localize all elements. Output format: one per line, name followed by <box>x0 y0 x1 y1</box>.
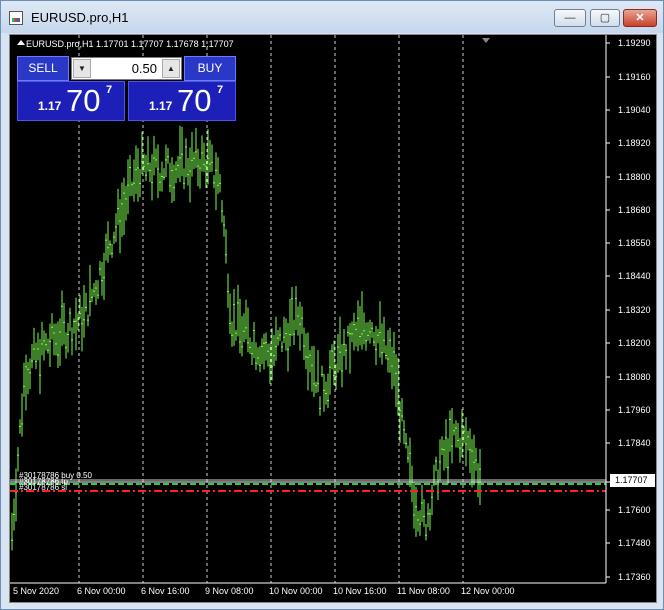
price-tick-label: 1.18550 <box>618 238 651 248</box>
price-chart[interactable]: EURUSD.pro,H1 1.17701 1.17707 1.17678 1.… <box>9 34 657 603</box>
time-tick-label: 6 Nov 00:00 <box>77 586 126 596</box>
bid-price-button[interactable]: 1.17 70 7 <box>17 81 125 121</box>
ask-price-prefix: 1.17 <box>149 99 173 113</box>
volume-stepper[interactable]: ▼ 0.50 ▲ <box>71 57 182 80</box>
price-tick-label: 1.17840 <box>618 438 651 448</box>
price-tick-label: 1.17360 <box>618 572 651 582</box>
time-tick-label: 9 Nov 08:00 <box>205 586 254 596</box>
maximize-button[interactable]: ▢ <box>590 9 620 27</box>
ask-price-points: 7 <box>217 84 224 96</box>
bid-price-pips: 70 <box>66 83 101 118</box>
time-tick-label: 11 Nov 08:00 <box>397 586 450 596</box>
time-tick-label: 12 Nov 00:00 <box>461 586 515 596</box>
title-bar[interactable]: EURUSD.pro,H1 — ▢ ✕ <box>1 1 663 33</box>
price-tick-label: 1.18800 <box>618 172 651 182</box>
chart-header: EURUSD.pro,H1 1.17701 1.17707 1.17678 1.… <box>26 39 234 49</box>
one-click-trading-panel: SELL ▼ 0.50 ▲ BUY 1.17 70 7 1.17 70 7 <box>17 56 236 122</box>
price-tick-label: 1.18320 <box>618 305 651 315</box>
bid-price-prefix: 1.17 <box>38 99 62 113</box>
time-tick-label: 10 Nov 16:00 <box>333 586 387 596</box>
price-tick-label: 1.19160 <box>618 72 651 82</box>
price-tick-label: 1.18200 <box>618 338 651 348</box>
price-tick-label: 1.17480 <box>618 538 651 548</box>
time-tick-label: 10 Nov 00:00 <box>269 586 323 596</box>
ask-price-pips: 70 <box>177 83 212 118</box>
time-tick-label: 5 Nov 2020 <box>13 586 60 596</box>
order-label-sl[interactable]: #30178786 sl <box>19 483 67 492</box>
buy-button[interactable]: BUY <box>184 56 236 81</box>
volume-input[interactable]: 0.50 <box>132 61 157 76</box>
order-lines <box>10 479 606 492</box>
ask-price-button[interactable]: 1.17 70 7 <box>128 81 236 121</box>
price-tick-label: 1.17600 <box>618 505 651 515</box>
header-collapse-icon[interactable] <box>17 40 25 45</box>
chart-window-icon <box>9 11 23 25</box>
time-tick-label: 6 Nov 16:00 <box>141 586 190 596</box>
volume-decrease-icon[interactable]: ▼ <box>73 59 91 78</box>
chart-window: EURUSD.pro,H1 — ▢ ✕ EURUSD.pro,H1 1.1770… <box>0 0 664 610</box>
candles <box>11 125 481 551</box>
price-tick-label: 1.18080 <box>618 372 651 382</box>
close-button[interactable]: ✕ <box>623 9 657 27</box>
price-tick-label: 1.18680 <box>618 205 651 215</box>
sell-button[interactable]: SELL <box>17 56 69 81</box>
current-price-label: 1.17707 <box>610 474 655 487</box>
price-tick-label: 1.19040 <box>618 105 651 115</box>
volume-increase-icon[interactable]: ▲ <box>162 59 180 78</box>
chart-shift-marker <box>482 38 490 43</box>
bid-price-points: 7 <box>106 84 113 96</box>
window-title: EURUSD.pro,H1 <box>31 10 129 25</box>
price-tick-label: 1.18920 <box>618 138 651 148</box>
price-tick-label: 1.17960 <box>618 405 651 415</box>
price-tick-label: 1.18440 <box>618 271 651 281</box>
price-tick-label: 1.19290 <box>618 38 651 48</box>
minimize-button[interactable]: — <box>554 9 586 27</box>
